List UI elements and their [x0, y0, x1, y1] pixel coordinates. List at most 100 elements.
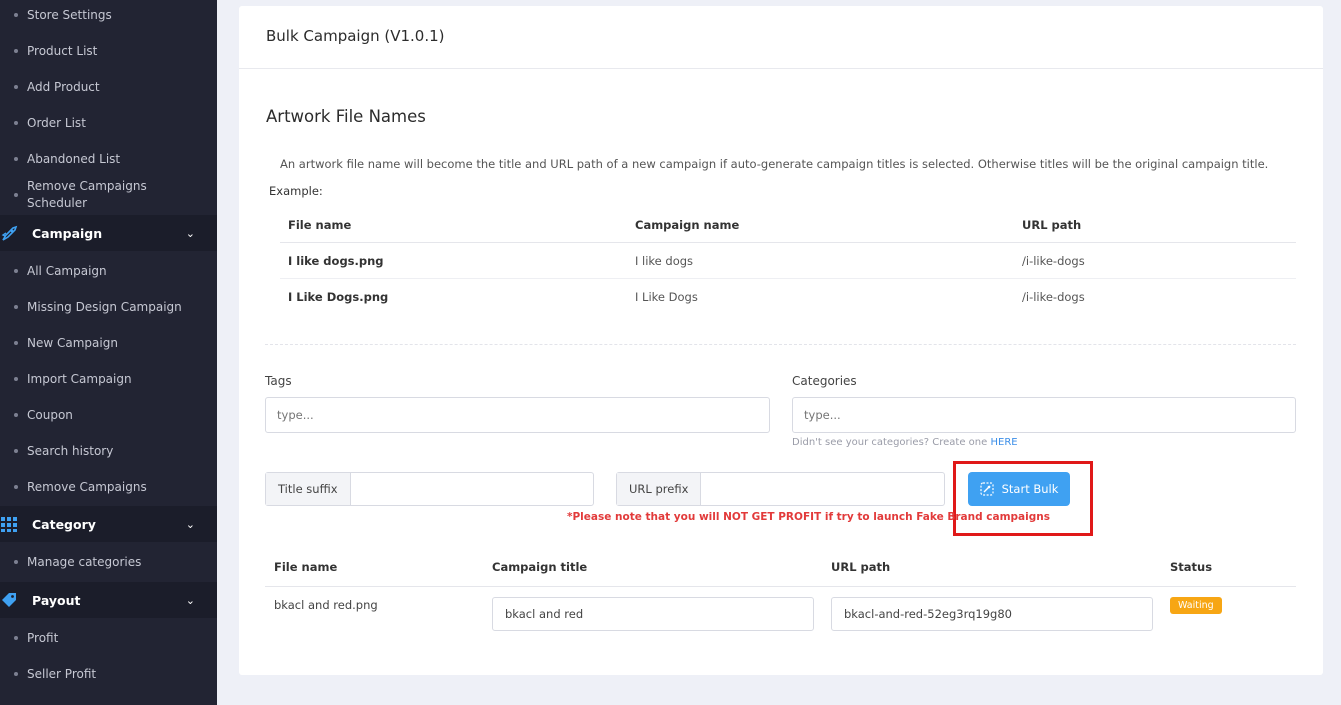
sidebar-item-store-settings[interactable]: Store Settings [0, 0, 217, 33]
sidebar-item-add-product[interactable]: Add Product [0, 69, 217, 105]
sidebar-item-label: Order List [27, 116, 86, 130]
sidebar-item-label: Abandoned List [27, 152, 121, 166]
sidebar-item-import-campaign[interactable]: Import Campaign [0, 361, 217, 397]
sidebar-group-label: Category [32, 516, 96, 532]
chevron-down-icon: ⌄ [185, 593, 195, 607]
sidebar-item-label: All Campaign [27, 264, 107, 278]
bullet-dot [14, 49, 18, 53]
tags-label: Tags [265, 374, 292, 388]
table-cell: /i-like-dogs [1022, 253, 1085, 268]
sidebar-item-profit[interactable]: Profit [0, 620, 217, 656]
sidebar-item-new-campaign[interactable]: New Campaign [0, 325, 217, 361]
column-header: File name [288, 217, 352, 232]
sidebar-group-campaign[interactable]: Campaign ⌄ [0, 215, 217, 251]
url-prefix-group: URL prefix [616, 472, 945, 506]
url-prefix-label: URL prefix [617, 473, 702, 505]
warning-text: *Please note that you will NOT GET PROFI… [567, 511, 1050, 523]
tag-icon [0, 591, 18, 609]
url-path-input[interactable]: bkacl-and-red-52eg3rq19g80 [831, 597, 1153, 631]
table-cell: I Like Dogs.png [288, 290, 389, 304]
table-header-row: File name Campaign title URL path Status [265, 547, 1296, 587]
sidebar-group-label: Campaign [32, 225, 103, 241]
sidebar-item-abandoned-list[interactable]: Abandoned List [0, 141, 217, 177]
sidebar-item-label: Search history [27, 444, 114, 458]
sidebar-item-manage-categories[interactable]: Manage categories [0, 544, 217, 580]
sidebar-item-label: Import Campaign [27, 372, 132, 386]
sidebar-item-label: Coupon [27, 408, 73, 422]
title-suffix-group: Title suffix [265, 472, 594, 506]
bullet-dot [14, 193, 18, 197]
divider [265, 344, 1296, 345]
sidebar-group-payout[interactable]: Payout ⌄ [0, 582, 217, 618]
bullet-dot [14, 13, 18, 17]
example-label: Example: [269, 184, 323, 198]
sidebar-item-label: Profit [27, 631, 59, 645]
status-badge: Waiting [1170, 597, 1222, 614]
sidebar-item-remove-campaigns-scheduler[interactable]: Remove Campaigns Scheduler [0, 177, 217, 213]
table-cell: I like dogs.png [288, 253, 384, 268]
sidebar-item-all-campaign[interactable]: All Campaign [0, 253, 217, 289]
sidebar-group-label: Payout [32, 592, 81, 608]
url-prefix-input[interactable] [701, 473, 944, 505]
bullet-dot [14, 413, 18, 417]
description-text: An artwork file name will become the tit… [280, 157, 1269, 171]
file-name-cell: bkacl and red.png [274, 598, 378, 612]
bullet-dot [14, 157, 18, 161]
sidebar-item-label: Remove Campaigns Scheduler [27, 179, 147, 210]
sidebar-item-missing-design-campaign[interactable]: Missing Design Campaign [0, 289, 217, 325]
highlight-box [953, 461, 1093, 536]
categories-help: Didn't see your categories? Create one H… [792, 437, 1018, 448]
bullet-dot [14, 121, 18, 125]
sidebar-item-search-history[interactable]: Search history [0, 433, 217, 469]
column-header: URL path [831, 560, 891, 574]
section-title: Artwork File Names [266, 107, 426, 126]
sidebar-item-label: Missing Design Campaign [27, 300, 182, 314]
card-header: Bulk Campaign (V1.0.1) [239, 6, 1323, 69]
grid-icon [0, 515, 18, 533]
bullet-dot [14, 636, 18, 640]
sidebar-item-label: New Campaign [27, 336, 118, 350]
sidebar-item-label: Store Settings [27, 8, 112, 22]
create-category-link[interactable]: HERE [990, 437, 1017, 448]
campaign-title-input[interactable]: bkacl and red [492, 597, 814, 631]
sidebar-item-label: Remove Campaigns [27, 480, 147, 494]
bullet-dot [14, 449, 18, 453]
bullet-dot [14, 377, 18, 381]
table-header-row: File name Campaign name URL path [280, 207, 1296, 243]
rocket-icon [0, 224, 18, 242]
sidebar-item-remove-campaigns[interactable]: Remove Campaigns [0, 469, 217, 505]
categories-label: Categories [792, 374, 857, 388]
sidebar-item-label: Add Product [27, 80, 100, 94]
column-header: File name [274, 560, 338, 574]
table-row: I like dogs.png I like dogs /i-like-dogs [280, 243, 1296, 279]
sidebar-item-label: Manage categories [27, 555, 142, 569]
categories-input[interactable] [792, 397, 1296, 433]
table-cell: I Like Dogs [635, 290, 698, 304]
title-suffix-input[interactable] [350, 473, 593, 505]
bullet-dot [14, 341, 18, 345]
sidebar-item-product-list[interactable]: Product List [0, 33, 217, 69]
title-suffix-label: Title suffix [266, 473, 351, 505]
column-header: Campaign title [492, 560, 588, 574]
chevron-down-icon: ⌄ [185, 517, 195, 531]
column-header: Status [1170, 560, 1213, 574]
sidebar: Store Settings Product List Add Product … [0, 0, 217, 705]
table-cell: I like dogs [635, 253, 694, 268]
bulk-campaign-card: Bulk Campaign (V1.0.1) Artwork File Name… [239, 6, 1323, 675]
sidebar-item-label: Product List [27, 44, 98, 58]
help-text: Didn't see your categories? Create one [792, 437, 988, 448]
table-row: I Like Dogs.png I Like Dogs /i-like-dogs [280, 279, 1296, 315]
bullet-dot [14, 85, 18, 89]
bullet-dot [14, 305, 18, 309]
sidebar-item-seller-profit[interactable]: Seller Profit [0, 656, 217, 692]
bullet-dot [14, 560, 18, 564]
bullet-dot [14, 672, 18, 676]
column-header: URL path [1022, 217, 1082, 232]
sidebar-item-order-list[interactable]: Order List [0, 105, 217, 141]
tags-input[interactable] [265, 397, 770, 433]
bullet-dot [14, 485, 18, 489]
sidebar-item-coupon[interactable]: Coupon [0, 397, 217, 433]
bullet-dot [14, 269, 18, 273]
sidebar-group-category[interactable]: Category ⌄ [0, 506, 217, 542]
table-cell: /i-like-dogs [1022, 290, 1085, 304]
